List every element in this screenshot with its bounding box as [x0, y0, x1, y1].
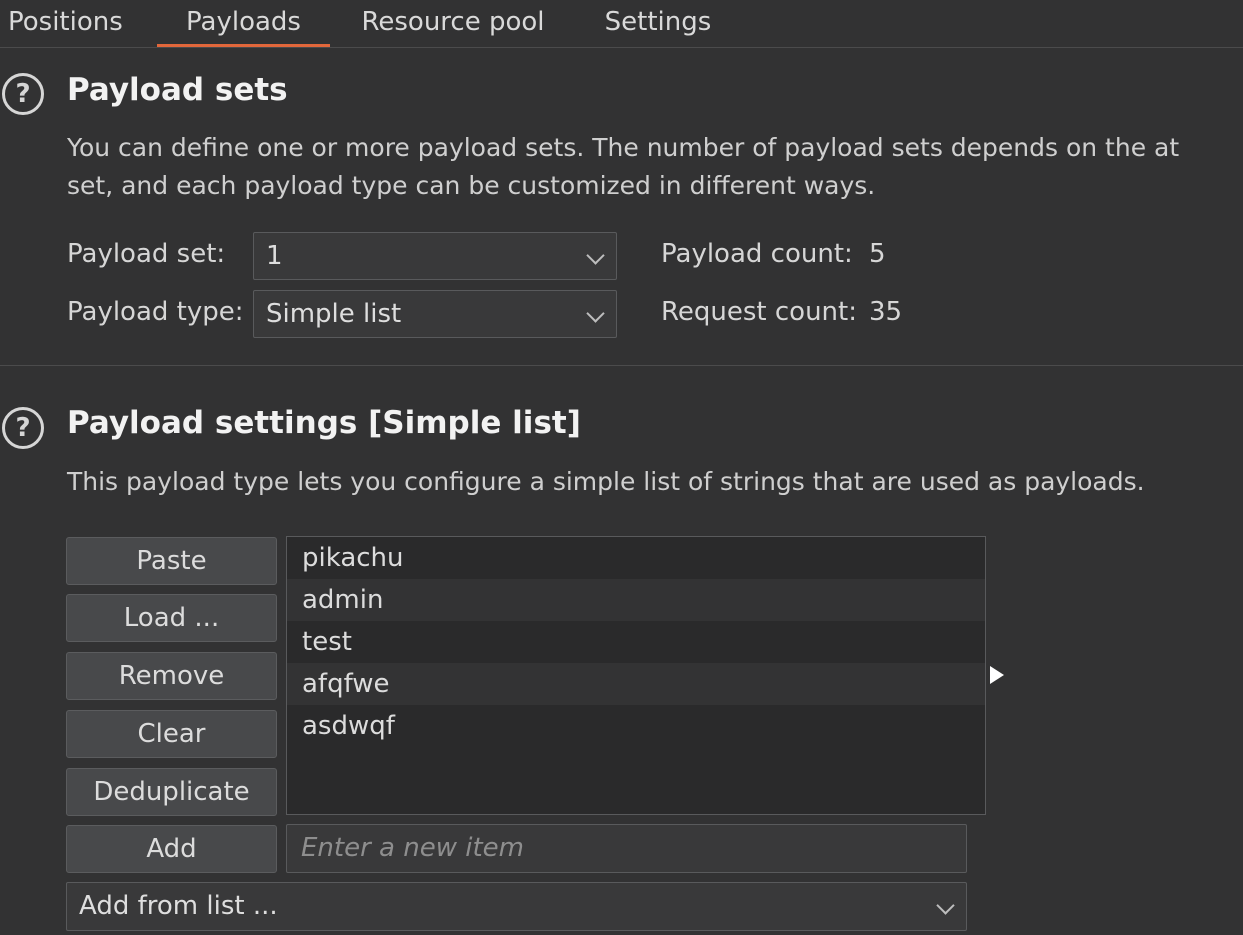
list-item[interactable]: test — [287, 621, 985, 663]
tab-resource-pool[interactable]: Resource pool — [340, 0, 566, 47]
list-item[interactable]: asdwqf — [287, 705, 985, 747]
add-from-list-select[interactable]: Add from list ... — [66, 882, 967, 931]
list-item[interactable]: afqfwe — [287, 663, 985, 705]
add-from-list-value: Add from list ... — [79, 891, 278, 921]
help-circle-icon[interactable]: ? — [2, 73, 44, 115]
payload-count-value: 5 — [869, 239, 886, 269]
list-item[interactable]: pikachu — [287, 537, 985, 579]
chevron-down-icon — [586, 246, 605, 265]
intruder-payloads-panel: Positions Payloads Resource pool Setting… — [0, 0, 1243, 935]
payload-type-value: Simple list — [266, 299, 402, 329]
payload-set-label: Payload set: — [67, 239, 226, 269]
remove-button[interactable]: Remove — [66, 652, 277, 700]
list-item[interactable]: admin — [287, 579, 985, 621]
tab-payloads[interactable]: Payloads — [157, 0, 330, 47]
payload-settings-title: Payload settings [Simple list] — [67, 405, 581, 441]
new-item-input[interactable]: Enter a new item — [286, 824, 967, 873]
chevron-down-icon — [936, 896, 955, 915]
payload-count-label: Payload count: — [661, 239, 853, 269]
payload-set-value: 1 — [266, 241, 283, 271]
payload-list[interactable]: pikachu admin test afqfwe asdwqf — [286, 536, 986, 815]
paste-button[interactable]: Paste — [66, 537, 277, 585]
add-button[interactable]: Add — [66, 825, 277, 873]
payload-sets-title: Payload sets — [67, 72, 288, 108]
payload-settings-description: This payload type lets you configure a s… — [67, 467, 1145, 496]
payload-sets-description-line2: set, and each payload type can be custom… — [67, 171, 876, 200]
tab-settings[interactable]: Settings — [583, 0, 733, 47]
tab-positions[interactable]: Positions — [0, 0, 134, 47]
request-count-value: 35 — [869, 297, 903, 327]
tab-bar: Positions Payloads Resource pool Setting… — [0, 0, 1243, 48]
payload-sets-description-line1: You can define one or more payload sets.… — [67, 133, 1180, 162]
deduplicate-button[interactable]: Deduplicate — [66, 768, 277, 816]
mouse-pointer-icon — [990, 666, 1004, 684]
clear-button[interactable]: Clear — [66, 710, 277, 758]
payload-set-select[interactable]: 1 — [253, 232, 617, 280]
request-count-label: Request count: — [661, 297, 857, 327]
load-button[interactable]: Load ... — [66, 594, 277, 642]
help-circle-icon[interactable]: ? — [2, 407, 44, 449]
chevron-down-icon — [586, 304, 605, 323]
payload-type-label: Payload type: — [67, 297, 244, 327]
section-divider — [0, 365, 1243, 366]
payload-type-select[interactable]: Simple list — [253, 290, 617, 338]
